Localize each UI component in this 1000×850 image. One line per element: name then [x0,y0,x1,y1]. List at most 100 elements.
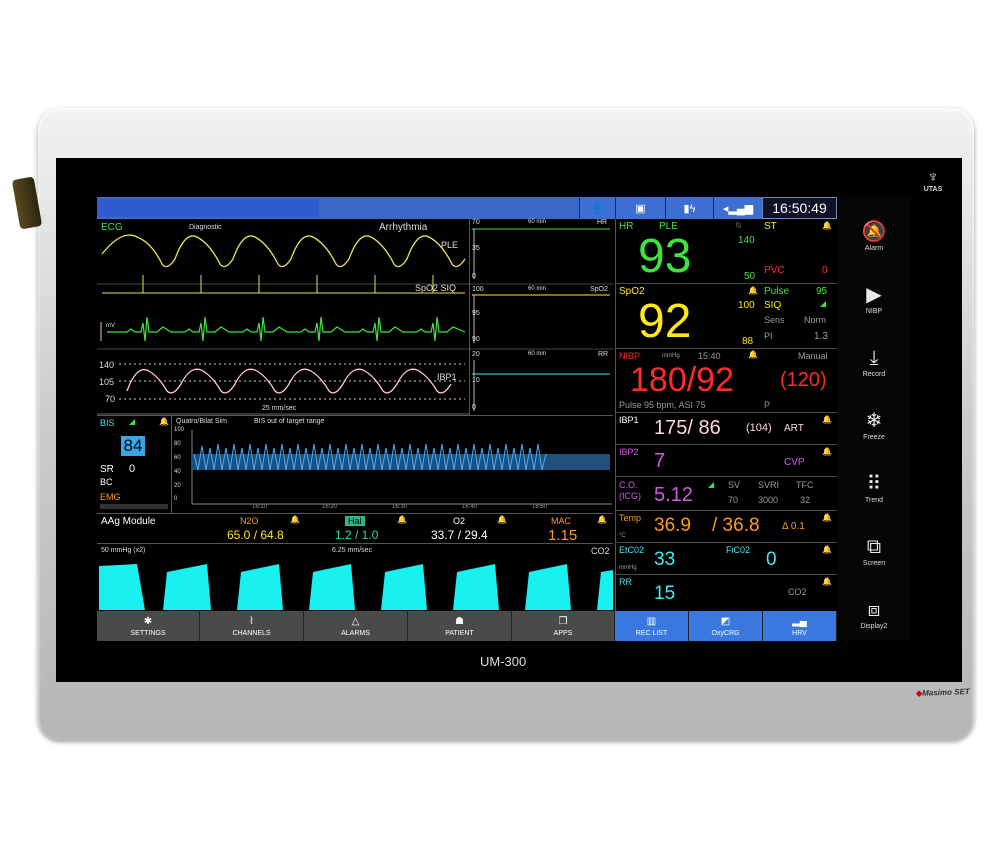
trend-spo2-span: 60 min [528,286,547,292]
arrhythmia-label: Arrhythmia [379,222,428,233]
parameter-column: HR PLE 93 ⍉ 140 50 ST 🔔 PVC 0 SpO2 92 🔔 … [615,219,837,611]
play-icon: ▶ [866,284,882,306]
trend-spo2-label: SpO2 [590,286,608,293]
ibp-scale-105: 105 [99,377,115,387]
etco2-alarm-icon: 🔔 [822,545,832,554]
trend-hr-span: 60 min [528,219,547,225]
rr-source: CO2 [788,587,807,597]
ibp1-site: ART [784,423,804,434]
battery-button[interactable]: ▮ϟ [665,197,713,219]
temp-value-2: / 36.8 [712,515,760,536]
bis-alarm-icon: 🔔 [159,417,169,426]
tfc-label: TFC [796,480,814,490]
apps-icon: ❐ [558,615,568,627]
pvc-label: PVC [764,265,785,276]
alarm-icon: △ [351,615,360,627]
bis-graph: Quatro/Bilat Sim BIS out of target range… [171,416,613,514]
sens-label: Sens [764,315,785,325]
oxycrg-icon: ◩ [720,615,731,627]
trend-spo2-bot: 90 [472,336,480,343]
co2-wave-panel: 50 mmHg (x2) 6.25 mm/sec CO2 [97,543,613,611]
display2-button[interactable]: ⧈ Display2 [838,597,910,630]
trend-spo2-mid: 95 [472,310,480,317]
list-icon: ▥ [646,615,657,627]
o2-label: O2 [453,516,466,526]
channels-button[interactable]: ⌇ CHANNELS [200,611,304,641]
alarm-silence-button[interactable]: 🔕 Alarm [838,219,910,252]
patient-icon: 👤 [590,202,605,215]
ecg-waveform [107,316,466,342]
svri-value: 3000 [758,495,779,505]
signal-icon: ◂▂▄▆ [722,202,754,215]
wave-header-bar [97,197,579,219]
nibp-label: NIBP [619,351,641,361]
display-icon: ⧈ [867,599,881,621]
pulse-value: 95 [816,286,828,297]
temp-panel: Temp °C 36.9 / 36.8 Δ 0.1 🔔 [616,511,837,543]
freeze-button[interactable]: ❄ Freeze [838,408,910,441]
nibp-panel: NIBP mmHg 15:40 🔔 Manual 180/92 (120) Pu… [616,349,837,413]
hrv-button[interactable]: ▂▄ HRV [763,611,837,641]
hal-label: Hal [345,516,365,526]
alarms-button[interactable]: △ ALARMS [304,611,408,641]
bis-message: BIS out of target range [254,418,325,425]
patient-info-button[interactable]: 👤 [579,197,615,219]
pvc-value: 0 [822,265,828,276]
bis-y-20: 20 [174,483,181,489]
spo2-panel: SpO2 92 🔔 100 88 Pulse 95 SIQ ◢ Sens Nor… [616,284,837,349]
st-alarm-icon: 🔔 [822,221,832,230]
co-value: 5.12 [654,484,693,506]
hr-alarm-icon: ⍉ [736,221,741,230]
bis-y-100: 100 [174,427,185,433]
settings-button[interactable]: ✱ SETTINGS [97,611,200,641]
o2-alarm-icon: 🔔 [497,515,507,524]
spo2-upper: 100 [738,300,755,311]
spo2-lower: 88 [742,336,754,347]
network-button[interactable]: ▣ [615,197,665,219]
bis-label: BIS [100,418,115,428]
nibp-start-button[interactable]: ▶ NIBP [838,282,910,315]
ibp2-site: CVP [784,457,805,468]
masimo-logo: ◆Masimo SET [915,687,970,698]
tfc-value: 32 [800,495,811,505]
signal-button[interactable]: ◂▂▄▆ [713,197,762,219]
pi-value: 1.3 [814,331,828,342]
trend-rr-mid: 10 [472,377,480,384]
rr-value: 15 [654,583,676,604]
trend-button[interactable]: ⠿ Trend [838,471,910,504]
trend-hr-label: HR [597,219,608,226]
waveform-area [97,234,469,415]
record-icon: ⤓ [869,347,879,369]
nibp-value: 180/92 [630,361,734,399]
spo2-value: 92 [638,295,692,348]
bis-y-40: 40 [174,469,181,475]
bis-y-0: 0 [174,496,178,502]
n2o-alarm-icon: 🔔 [290,515,300,524]
trend-column: 70 35 0 60 min HR 100 95 90 60 min SpO2 … [469,219,614,415]
bis-panel: BIS ◢ 🔔 84 SR 0 BC EMG Quatro/Bilat Sim … [97,415,613,514]
spo2-siq-label: SpO2 SIQ [415,283,457,293]
battery-icon: ▮ϟ [683,202,696,215]
rec-list-button[interactable]: ▥ REC LIST [615,611,689,641]
ibp1-label: IBP1 [619,415,639,425]
nibp-unit: mmHg [662,353,680,359]
emg-bar [100,504,168,509]
record-button[interactable]: ⤓ Record [838,345,910,378]
screen-button[interactable]: ⧉ Screen [838,534,910,567]
trend-rr-span: 60 min [528,351,547,357]
patient-button[interactable]: ☗ PATIENT [408,611,512,641]
siq-label: SIQ [764,300,782,311]
oxycrg-button[interactable]: ◩ OxyCRG [689,611,763,641]
temp-value-1: 36.9 [654,515,691,536]
ple-label: PLE [441,240,459,250]
co-label-icg: (ICG) [619,491,641,501]
ibp1-alarm-icon: 🔔 [822,415,832,424]
clock: 16:50:49 [762,197,837,219]
hal-alarm-icon: 🔔 [397,515,407,524]
pi-label: PI [764,331,773,341]
fico2-label: FiC02 [726,545,751,555]
sens-value: Norm [804,315,826,325]
nibp-time: 15:40 [698,351,721,361]
ibp2-panel: IBP2 7 CVP 🔔 [616,445,837,477]
apps-button[interactable]: ❐ APPS [512,611,615,641]
